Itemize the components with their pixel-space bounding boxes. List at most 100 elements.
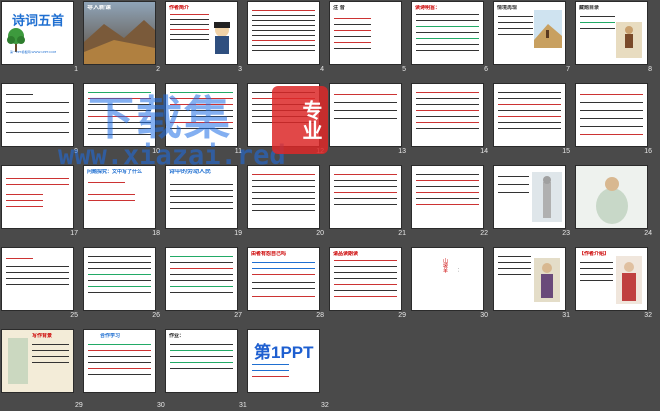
slide-thumbnail-17[interactable]: 17 — [0, 164, 82, 246]
slide-canvas: 诗词五首 第一PPT模板网-WWW.1PPT.COM — [2, 2, 73, 64]
slide-number: 30 — [480, 312, 488, 319]
scenery-image — [534, 10, 562, 48]
slide-thumbnail-14[interactable]: 14 — [410, 82, 492, 164]
slide-canvas — [2, 84, 73, 146]
slide-number: 26 — [152, 312, 160, 319]
slide-thumbnail-34[interactable]: 合作学习 1 — [82, 328, 164, 410]
slide-thumbnail-18[interactable]: 问题探究：文中写了什么 18 — [82, 164, 164, 246]
slide-number: 17 — [70, 230, 78, 237]
slide-canvas: 第1PPT — [248, 330, 319, 392]
slide-number: 2 — [156, 66, 160, 73]
slide-thumbnail-5[interactable]: 注 音 5 — [328, 0, 410, 82]
slide-canvas: 作业： — [166, 330, 237, 392]
slide-number: 8 — [648, 66, 652, 73]
slide-thumbnail-22[interactable]: 22 — [410, 164, 492, 246]
slide-thumbnail-9[interactable]: 9 — [0, 82, 82, 164]
slide-thumbnail-1[interactable]: 诗词五首 第一PPT模板网-WWW.1PPT.COM 1 — [0, 0, 82, 82]
tree-icon — [7, 28, 25, 52]
slide-canvas — [494, 248, 565, 310]
slide-number: 29 — [75, 402, 83, 409]
slide-thumbnail-24[interactable]: 24 — [574, 164, 656, 246]
slide-thumbnail-20[interactable]: 20 — [246, 164, 328, 246]
slide-thumbnail-11[interactable]: 11 — [164, 82, 246, 164]
slide-thumbnail-13[interactable]: 13 — [328, 82, 410, 164]
slide-title: 山坡羊 — [442, 258, 448, 273]
slide-title: 问题探究：文中写了什么 — [87, 169, 143, 175]
slide-thumbnail-7[interactable]: 情境再现 7 — [492, 0, 574, 82]
portrait-image — [214, 22, 230, 54]
slide-canvas: 请品读朗读 — [330, 248, 401, 310]
slide-thumbnail-4[interactable]: 4 — [246, 0, 328, 82]
landscape-image — [84, 2, 155, 64]
slide-title: 作者简介 — [169, 5, 190, 11]
slide-thumbnail-25[interactable]: 25 — [0, 246, 82, 328]
slide-number: 23 — [562, 230, 570, 237]
slide-title: 诗中的劳动人民 — [169, 169, 212, 175]
slide-thumbnail-19[interactable]: 诗中的劳动人民 19 — [164, 164, 246, 246]
slide-thumbnail-28[interactable]: 由者有怨自己吗 28 — [246, 246, 328, 328]
slide-number: 22 — [480, 230, 488, 237]
slide-canvas — [576, 84, 647, 146]
slide-number: 28 — [316, 312, 324, 319]
slide-canvas — [2, 248, 73, 310]
slide-thumbnail-32[interactable]: 【作者介绍】 32 — [574, 246, 656, 328]
slide-footer: 第一PPT模板网-WWW.1PPT.COM — [10, 50, 57, 54]
slide-canvas — [576, 166, 647, 228]
slide-number: 25 — [70, 312, 78, 319]
slide-canvas: 读诗明旨： — [412, 2, 483, 64]
slide-thumbnail-2[interactable]: 导入新课 2 — [82, 0, 164, 82]
slide-canvas — [84, 248, 155, 310]
slide-thumbnail-35[interactable]: 作业： — [164, 328, 246, 410]
slide-canvas — [412, 166, 483, 228]
slide-thumbnail-33[interactable]: 写作背景 — [0, 328, 82, 410]
slide-number: 3 — [238, 66, 242, 73]
slide-number: 19 — [234, 230, 242, 237]
slide-canvas: 导入新课 — [84, 2, 155, 64]
slide-canvas — [494, 166, 565, 228]
ppt-logo: 第1PPT — [254, 343, 314, 362]
painting-background — [2, 330, 73, 392]
slide-title: 注 音 — [333, 5, 345, 11]
slide-thumbnail-10[interactable]: 10 — [82, 82, 164, 164]
slide-number: 32 — [644, 312, 652, 319]
slide-number: 14 — [480, 148, 488, 155]
slide-thumbnail-36[interactable]: 第1PPT — [246, 328, 328, 410]
scholar-image — [534, 258, 560, 302]
slide-canvas — [494, 84, 565, 146]
slide-thumbnail-31[interactable]: 31 — [492, 246, 574, 328]
slide-thumbnail-15[interactable]: 15 — [492, 82, 574, 164]
slide-thumbnail-30[interactable]: 山坡羊 · · 30 — [410, 246, 492, 328]
slide-title: 请品读朗读 — [333, 251, 359, 257]
slide-title: 写作背景 — [32, 333, 53, 339]
slide-thumbnail-21[interactable]: 21 — [328, 164, 410, 246]
slide-thumbnail-16[interactable]: 16 — [574, 82, 656, 164]
slide-canvas — [248, 2, 319, 64]
slide-canvas: 作者简介 — [166, 2, 237, 64]
slide-thumbnail-27[interactable]: 27 — [164, 246, 246, 328]
slide-thumbnail-8[interactable]: 藏题目录 8 — [574, 0, 656, 82]
slide-thumbnail-3[interactable]: 作者简介 3 — [164, 0, 246, 82]
slide-thumbnail-29[interactable]: 请品读朗读 29 — [328, 246, 410, 328]
slide-canvas: 由者有怨自己吗 — [248, 248, 319, 310]
slide-thumbnail-23[interactable]: 23 — [492, 164, 574, 246]
slide-number: 16 — [644, 148, 652, 155]
slide-title: 合作学习 — [100, 333, 121, 339]
slide-thumbnail-26[interactable]: 26 — [82, 246, 164, 328]
slide-number: 30 — [157, 402, 165, 409]
slide-canvas — [2, 166, 73, 228]
slide-number: 13 — [398, 148, 406, 155]
slide-canvas: 问题探究：文中写了什么 — [84, 166, 155, 228]
slide-number: 27 — [234, 312, 242, 319]
slide-canvas: 情境再现 — [494, 2, 565, 64]
slide-canvas: 写作背景 — [2, 330, 73, 392]
slide-number: 32 — [321, 402, 329, 409]
slide-canvas — [84, 84, 155, 146]
slide-title: 藏题目录 — [579, 5, 600, 11]
slide-thumbnail-6[interactable]: 读诗明旨： 6 — [410, 0, 492, 82]
slide-number: 18 — [152, 230, 160, 237]
slide-canvas: 【作者介绍】 — [576, 248, 647, 310]
slide-number: 5 — [402, 66, 406, 73]
author-portrait-image — [616, 256, 642, 304]
slide-number: 31 — [239, 402, 247, 409]
slide-number: 4 — [320, 66, 324, 73]
